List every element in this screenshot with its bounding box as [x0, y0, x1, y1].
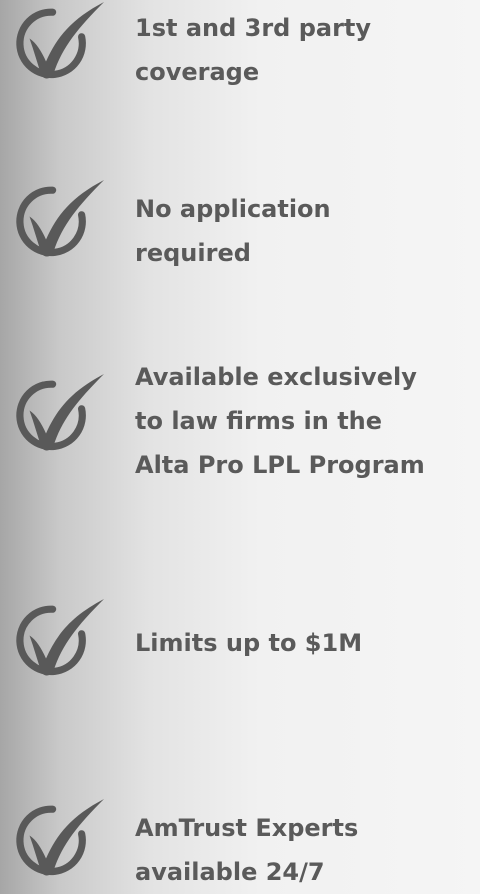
checkmark-circle-icon	[8, 597, 106, 683]
feature-label: Limits up to $1M	[135, 621, 475, 665]
checkmark-circle-icon	[8, 797, 106, 883]
feature-label-line: Alta Pro LPL Program	[135, 451, 425, 479]
feature-label-line: Limits up to $1M	[135, 629, 363, 657]
feature-label-line: required	[135, 239, 251, 267]
checkmark-circle-icon	[8, 178, 106, 264]
checkmark-circle-icon	[8, 372, 106, 458]
feature-label-line: 1st and 3rd party	[135, 14, 372, 42]
feature-label-line: Available exclusively	[135, 363, 417, 391]
feature-label: Available exclusively to law firms in th…	[135, 355, 475, 487]
feature-label-line: coverage	[135, 58, 260, 86]
checkmark-circle-icon	[8, 0, 106, 86]
feature-label: No application required	[135, 187, 475, 275]
feature-label: AmTrust Experts available 24/7	[135, 806, 475, 894]
feature-label-line: No application	[135, 195, 331, 223]
feature-label-line: AmTrust Experts	[135, 814, 359, 842]
feature-label-line: to law firms in the	[135, 407, 383, 435]
feature-label: 1st and 3rd party coverage	[135, 6, 475, 94]
feature-label-line: available 24/7	[135, 858, 325, 886]
